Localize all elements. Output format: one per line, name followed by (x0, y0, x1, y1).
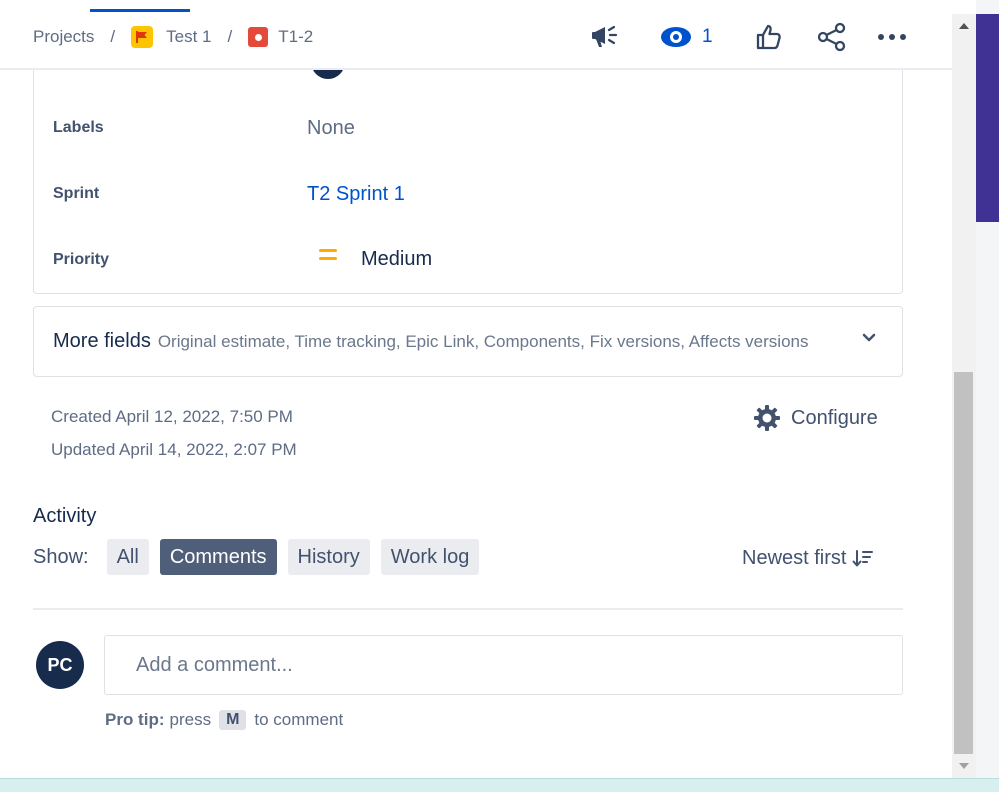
breadcrumb-separator: / (110, 27, 116, 46)
more-icon[interactable] (877, 33, 907, 41)
scroll-up-arrow-icon[interactable] (952, 14, 976, 38)
more-fields-summary: Original estimate, Time tracking, Epic L… (157, 331, 809, 351)
activity-heading: Activity (33, 505, 97, 527)
scroll-down-arrow-icon[interactable] (952, 754, 976, 778)
breadcrumb-projects[interactable]: Projects (33, 27, 94, 47)
header-actions: 1 (590, 22, 907, 52)
keyboard-shortcut-key: M (219, 710, 247, 730)
more-fields-title: More fields (53, 330, 151, 352)
bug-icon (248, 27, 269, 47)
details-card: Labels None Sprint T2 Sprint 1 Priority … (33, 45, 903, 294)
priority-label: Priority (53, 251, 110, 268)
issue-header: Projects / Test 1 / T1-2 1 (0, 0, 952, 70)
thumbs-up-icon[interactable] (755, 23, 783, 51)
breadcrumb-separator: / (227, 27, 233, 46)
sort-order-button[interactable]: Newest first (742, 547, 874, 570)
created-date: Created April 12, 2022, 7:50 PM (51, 407, 293, 426)
protip-suffix: to comment (254, 710, 344, 729)
breadcrumb: Projects / Test 1 / T1-2 (33, 26, 313, 48)
filter-worklog-button[interactable]: Work log (380, 539, 480, 575)
filter-all-button[interactable]: All (106, 539, 149, 575)
gear-icon (754, 405, 780, 431)
more-fields-toggle[interactable]: More fields Original estimate, Time trac… (33, 306, 903, 377)
share-icon[interactable] (817, 22, 847, 52)
megaphone-icon[interactable] (590, 22, 622, 52)
tab-indicator (90, 9, 190, 12)
sort-label: Newest first (742, 547, 847, 569)
eye-icon (661, 27, 691, 47)
pro-tip: Pro tip: press M to comment (105, 710, 343, 730)
sprint-label: Sprint (53, 185, 100, 202)
scrollbar[interactable] (952, 14, 976, 778)
show-label: Show: (33, 545, 89, 568)
updated-date: Updated April 14, 2022, 2:07 PM (51, 440, 297, 459)
watch-button[interactable]: 1 (660, 25, 713, 49)
protip-label: Pro tip: (105, 710, 165, 729)
activity-divider (33, 608, 903, 610)
priority-medium-icon (319, 249, 337, 263)
configure-button[interactable]: Configure (753, 404, 878, 432)
flag-icon (131, 26, 154, 48)
side-panel-accent (976, 14, 999, 222)
activity-filters: Show: All Comments History Work log (33, 539, 490, 575)
sort-icon (852, 549, 874, 566)
chevron-down-icon (862, 333, 876, 342)
protip-press: press (169, 710, 212, 729)
taskbar (0, 778, 999, 792)
labels-label: Labels (53, 119, 104, 136)
watch-count: 1 (702, 26, 713, 47)
scrollbar-thumb[interactable] (954, 372, 973, 754)
filter-comments-button[interactable]: Comments (159, 539, 277, 575)
comment-input[interactable] (104, 635, 903, 695)
avatar: PC (36, 641, 84, 689)
filter-history-button[interactable]: History (287, 539, 370, 575)
priority-value[interactable]: Medium (361, 248, 432, 271)
configure-label: Configure (791, 406, 878, 429)
breadcrumb-project[interactable]: Test 1 (166, 27, 211, 47)
sprint-value[interactable]: T2 Sprint 1 (307, 183, 405, 206)
labels-value[interactable]: None (307, 117, 355, 140)
breadcrumb-issue[interactable]: T1-2 (278, 27, 313, 47)
